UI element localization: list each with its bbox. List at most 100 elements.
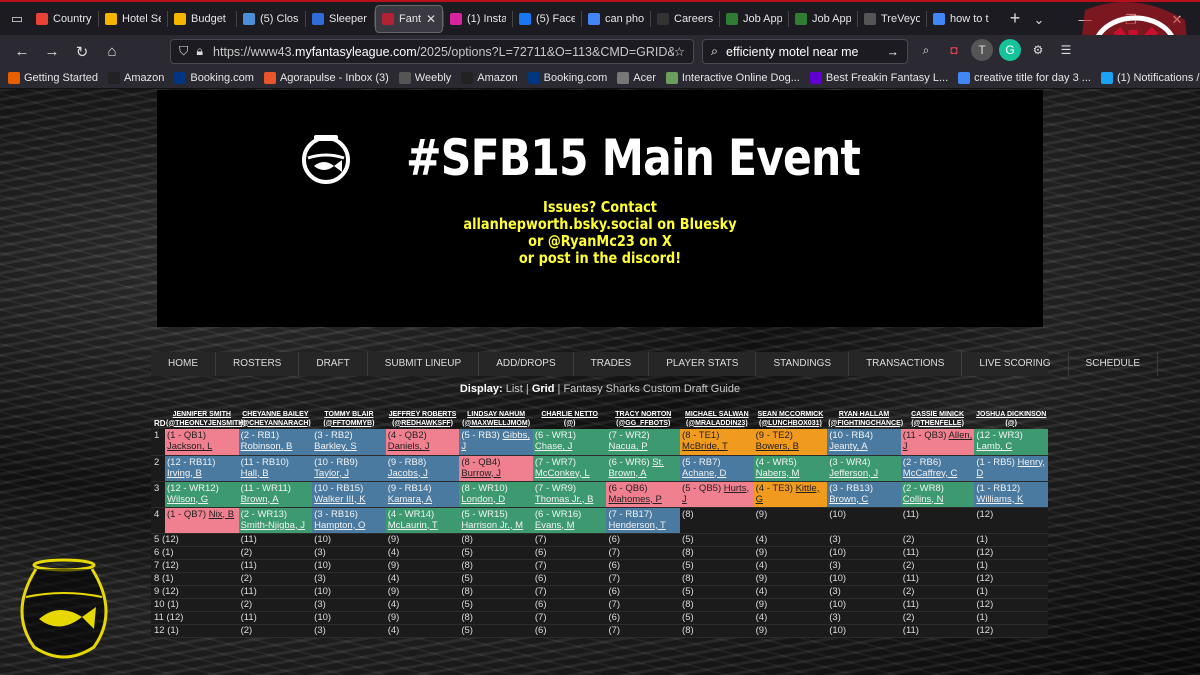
account-icon[interactable]: T	[971, 39, 993, 61]
player-link[interactable]: Brown, A	[241, 494, 279, 505]
player-link[interactable]: Henderson, T	[608, 520, 665, 531]
player-link[interactable]: Thomas Jr., B	[535, 494, 594, 505]
draft-pick-cell[interactable]: (1 - RB5) Henry, D	[974, 455, 1048, 482]
draft-pick-cell[interactable]: (1 - QB7) Nix, B	[165, 507, 239, 534]
menu-item[interactable]: ROSTERS	[216, 352, 300, 376]
draft-pick-cell[interactable]: (1 - QB1) Jackson, L	[165, 429, 239, 456]
player-link[interactable]: McBride, T	[682, 441, 728, 452]
draft-pick-cell[interactable]: (7 - WR9) Thomas Jr., B	[532, 481, 607, 508]
browser-tab[interactable]: how to t	[927, 5, 995, 33]
player-link[interactable]: Chase, J	[535, 441, 573, 452]
player-link[interactable]: Walker III, K	[314, 494, 365, 505]
menu-item[interactable]: TRADES	[574, 352, 650, 376]
draft-pick-cell[interactable]: (6 - WR1) Chase, J	[532, 429, 607, 456]
browser-tab[interactable]: Country	[30, 5, 98, 33]
menu-item[interactable]: PLAYER STATS	[649, 352, 757, 376]
player-link[interactable]: Nix, B	[209, 509, 234, 520]
draft-pick-cell[interactable]: (8 - TE1) McBride, T	[680, 429, 754, 456]
team-header[interactable]: TRACY NORTON (@GG_FFBOTS)	[606, 407, 680, 429]
player-link[interactable]: Mahomes, P	[608, 494, 661, 505]
draft-pick-cell[interactable]: (2 - RB1) Robinson, B	[238, 429, 313, 456]
draft-pick-cell[interactable]: (12 - RB11) Irving, B	[165, 455, 239, 482]
extension-icon[interactable]: ⚙	[1027, 39, 1049, 61]
home-icon[interactable]: ⌂	[98, 38, 126, 66]
player-link[interactable]: Robinson, B	[241, 441, 293, 452]
player-link[interactable]: Irving, B	[167, 468, 202, 479]
bookmark-item[interactable]: Amazon	[108, 72, 164, 84]
team-header[interactable]: JEFFREY ROBERTS (@REDHAWKSFF)	[386, 407, 460, 429]
player-link[interactable]: Williams, K	[976, 494, 1023, 505]
draft-pick-cell[interactable]: (12 - WR3) Lamb, C	[974, 429, 1048, 456]
display-list-link[interactable]: List	[506, 383, 523, 395]
bookmark-item[interactable]: Agorapulse - Inbox (3)	[263, 72, 389, 84]
browser-tab[interactable]: can phon	[582, 5, 650, 33]
menu-item[interactable]: DRAFT	[299, 352, 368, 376]
bookmark-item[interactable]: Amazon	[461, 72, 518, 84]
draft-pick-cell[interactable]: (3 - WR4) Jefferson, J	[827, 455, 901, 482]
draft-pick-cell[interactable]: (12)	[974, 507, 1048, 534]
browser-tab[interactable]: Sleeper	[306, 5, 374, 33]
draft-pick-cell[interactable]: (5 - WR15) Harrison Jr., M	[459, 507, 533, 534]
draft-pick-cell[interactable]: (2 - WR8) Collins, N	[900, 481, 975, 508]
menu-item[interactable]: STANDINGS	[756, 352, 850, 376]
team-header[interactable]: JENNIFER SMITH (@THEONLYJENSMITH)	[165, 407, 246, 429]
browser-tab[interactable]: Careers	[651, 5, 719, 33]
team-header[interactable]: CHARLIE NETTO (@)	[533, 407, 607, 429]
player-link[interactable]: Hampton, O	[314, 520, 365, 531]
draft-pick-cell[interactable]: (2 - RB6) McCaffrey, C	[900, 455, 975, 482]
menu-item[interactable]: TRANSACTIONS	[849, 352, 963, 376]
player-link[interactable]: Wilson, G	[167, 494, 208, 505]
draft-pick-cell[interactable]: (7 - WR2) Nacua, P	[606, 429, 681, 456]
draft-pick-cell[interactable]: (1 - RB12) Williams, K	[974, 481, 1048, 508]
player-link[interactable]: London, D	[461, 494, 505, 505]
player-link[interactable]: Jackson, L	[167, 441, 212, 452]
bookmark-item[interactable]: creative title for day 3 ...	[958, 72, 1091, 84]
player-link[interactable]: Kamara, A	[388, 494, 432, 505]
menu-item[interactable]: ADD/DROPS	[479, 352, 574, 376]
draft-guide-link[interactable]: Fantasy Sharks Custom Draft Guide	[563, 383, 740, 395]
search-go-arrow-icon[interactable]: →	[887, 45, 900, 59]
forward-arrow-icon[interactable]: →	[38, 38, 66, 66]
player-link[interactable]: McConkey, L	[535, 468, 590, 479]
team-header[interactable]: LINDSAY NAHUM (@MAXWELLJMOM)	[459, 407, 533, 429]
draft-pick-cell[interactable]: (10)	[827, 507, 901, 534]
bookmark-item[interactable]: Booking.com	[174, 72, 254, 84]
draft-pick-cell[interactable]: (7 - RB17) Henderson, T	[606, 507, 681, 534]
menu-item[interactable]: SCHEDULE	[1069, 352, 1159, 376]
player-link[interactable]: Hall, B	[241, 468, 269, 479]
draft-pick-cell[interactable]: (4 - WR14) McLaurin, T	[385, 507, 460, 534]
player-link[interactable]: Jacobs, J	[388, 468, 428, 479]
search-input[interactable]: efficienty motel near me	[726, 45, 858, 59]
draft-pick-cell[interactable]: (6 - WR6) St. Brown, A	[606, 455, 681, 482]
player-link[interactable]: McCaffrey, C	[903, 468, 958, 479]
team-header[interactable]: RYAN HALLAM (@FIGHTINGCHANCE)	[827, 407, 903, 429]
browser-tab[interactable]: Job App	[720, 5, 788, 33]
player-link[interactable]: Barkley, S	[314, 441, 357, 452]
team-header[interactable]: JOSHUA DICKINSON (@)	[974, 407, 1048, 429]
player-link[interactable]: Daniels, J	[388, 441, 430, 452]
draft-pick-cell[interactable]: (5 - QB5) Hurts, J	[680, 481, 754, 508]
bookmark-item[interactable]: Interactive Online Dog...	[665, 72, 800, 84]
bookmark-star-icon[interactable]: ☆	[674, 44, 685, 59]
draft-pick-cell[interactable]: (9)	[753, 507, 828, 534]
lock-icon[interactable]: 🔒︎	[196, 44, 203, 59]
draft-pick-cell[interactable]: (7 - WR7) McConkey, L	[532, 455, 607, 482]
player-link[interactable]: Bowers, B	[756, 441, 799, 452]
draft-pick-cell[interactable]: (3 - RB2) Barkley, S	[312, 429, 386, 456]
player-link[interactable]: Collins, N	[903, 494, 944, 505]
player-link[interactable]: Taylor, J	[314, 468, 349, 479]
draft-pick-cell[interactable]: (4 - QB2) Daniels, J	[385, 429, 460, 456]
draft-pick-cell[interactable]: (11)	[900, 507, 975, 534]
player-link[interactable]: Burrow, J	[461, 468, 501, 479]
draft-pick-cell[interactable]: (4 - TE3) Kittle, G	[753, 481, 828, 508]
bookmark-item[interactable]: Best Freakin Fantasy L...	[809, 72, 948, 84]
close-tab-icon[interactable]: ✕	[426, 12, 436, 26]
draft-pick-cell[interactable]: (3 - RB16) Hampton, O	[312, 507, 386, 534]
draft-pick-cell[interactable]: (10 - RB4) Jeanty, A	[827, 429, 901, 456]
back-arrow-icon[interactable]: ←	[8, 38, 36, 66]
draft-pick-cell[interactable]: (5 - RB7) Achane, D	[680, 455, 754, 482]
menu-item[interactable]: LIVE SCORING	[962, 352, 1069, 376]
menu-item[interactable]: SUBMIT LINEUP	[368, 352, 480, 376]
draft-pick-cell[interactable]: (8 - QB4) Burrow, J	[459, 455, 533, 482]
team-header[interactable]: CHEYANNE BAILEY (@CHEYANNARACH)	[239, 407, 313, 429]
